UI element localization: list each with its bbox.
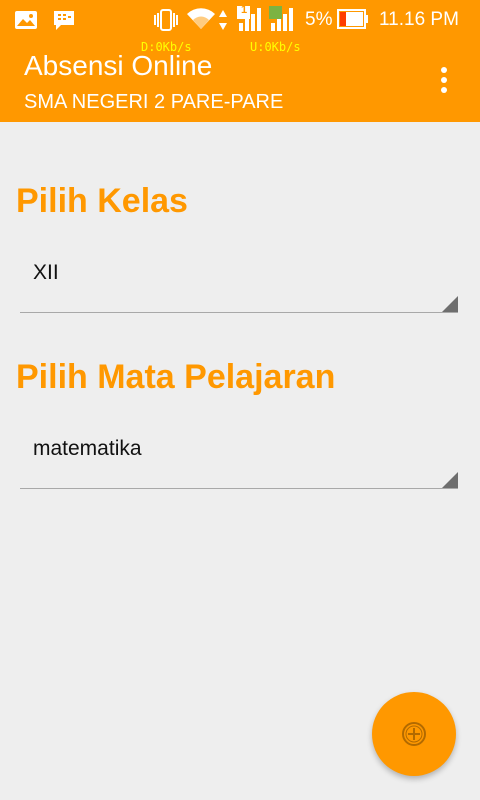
screen: 1 5% 11.16 PM D:0Kb/s U:0Kb/s Absensi On… [0, 0, 480, 800]
signal-sim2-icon [268, 5, 298, 38]
dropdown-arrow-icon [442, 472, 458, 488]
data-activity-icon [218, 8, 228, 37]
battery-icon [337, 9, 369, 34]
overflow-menu-button[interactable] [428, 64, 460, 96]
class-label: Pilih Kelas [16, 182, 188, 220]
sim-slot-label: 1 [241, 4, 248, 16]
bbm-icon [52, 9, 76, 36]
status-bar: 1 5% 11.16 PM [0, 0, 480, 40]
subject-spinner[interactable]: matematika [20, 430, 458, 489]
app-subtitle: SMA NEGERI 2 PARE-PARE [24, 91, 284, 113]
gallery-icon [14, 10, 38, 35]
app-header: 1 5% 11.16 PM D:0Kb/s U:0Kb/s Absensi On… [0, 0, 480, 122]
upload-speed: U:0Kb/s [250, 40, 301, 54]
battery-percent: 5% [305, 9, 333, 30]
subject-spinner-value: matematika [33, 437, 142, 460]
add-circle-icon [402, 722, 426, 746]
app-title: Absensi Online [24, 50, 213, 81]
vibrate-icon [152, 8, 180, 37]
dropdown-arrow-icon [442, 296, 458, 312]
more-vert-icon [441, 67, 447, 73]
add-button[interactable] [372, 692, 456, 776]
subject-label: Pilih Mata Pelajaran [16, 358, 336, 396]
wifi-icon [186, 7, 216, 36]
class-spinner[interactable]: XII [20, 254, 458, 313]
clock: 11.16 PM [379, 9, 459, 30]
class-spinner-value: XII [33, 261, 59, 284]
